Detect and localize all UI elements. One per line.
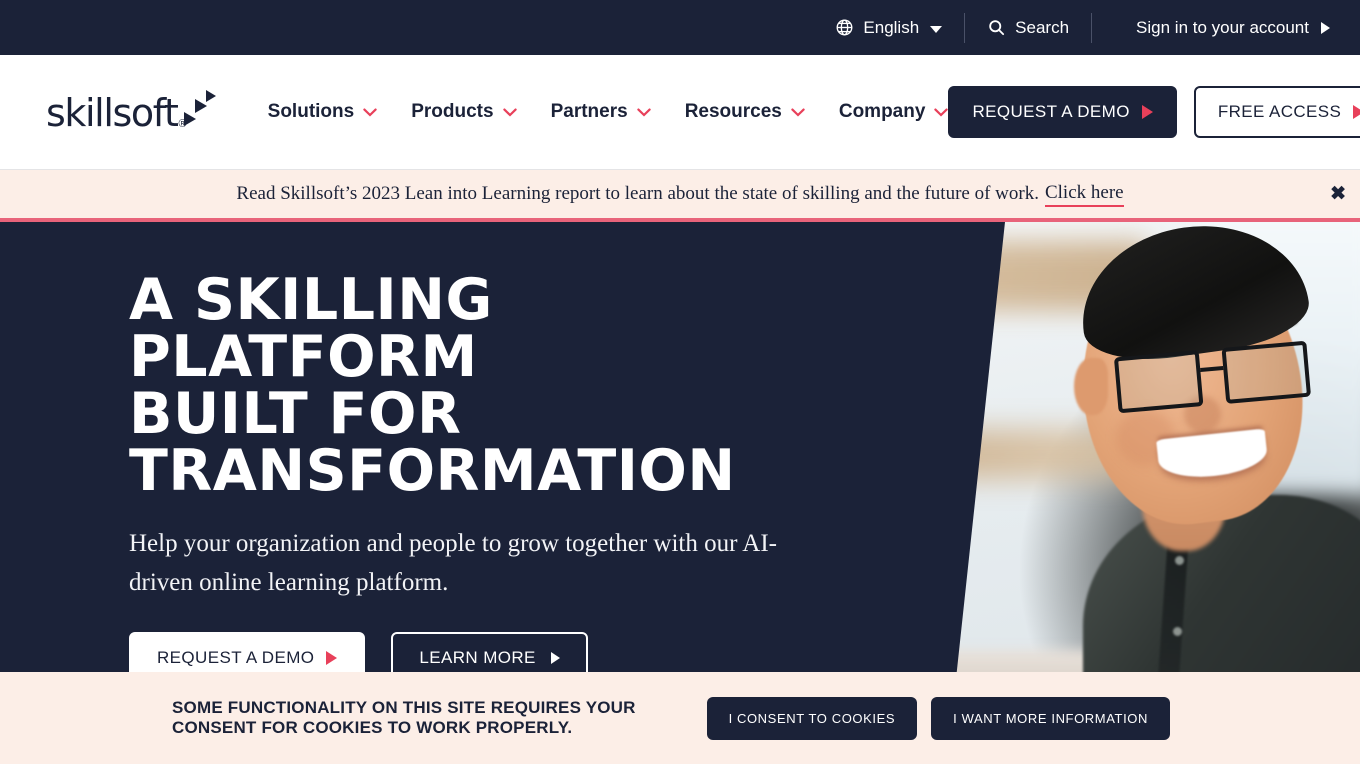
button-label: REQUEST A DEMO xyxy=(972,102,1130,121)
nav-item-company[interactable]: Company xyxy=(839,101,949,123)
language-selector[interactable]: English xyxy=(835,17,943,38)
cookie-consent-bar: SOME FUNCTIONALITY ON THIS SITE REQUIRES… xyxy=(0,672,1360,764)
skillsoft-logo[interactable]: skillsoft ® xyxy=(46,90,220,135)
primary-nav: Solutions Products Partners Resources Co… xyxy=(268,101,949,123)
hero-title-line-1: A SKILLING PLATFORM xyxy=(129,267,493,390)
hero-title-line-3: TRANSFORMATION xyxy=(129,438,736,504)
hero-photo xyxy=(940,222,1360,692)
promo-click-here-link[interactable]: Click here xyxy=(1044,182,1124,207)
top-utility-bar: English Search Sign in to your account xyxy=(0,0,1360,55)
nav-item-resources[interactable]: Resources xyxy=(685,101,805,123)
chevron-down-icon xyxy=(791,108,805,117)
cookie-actions: I CONSENT TO COOKIES I WANT MORE INFORMA… xyxy=(706,696,1170,740)
nav-label: Resources xyxy=(684,101,782,122)
triangle-right-icon xyxy=(1321,21,1330,34)
button-label: FREE ACCESS xyxy=(1217,102,1342,121)
search-button[interactable]: Search xyxy=(987,18,1069,38)
divider xyxy=(1091,12,1093,43)
nav-item-solutions[interactable]: Solutions xyxy=(268,101,378,123)
close-icon[interactable]: ✖ xyxy=(1330,185,1346,204)
cookie-message-line-2: CONSENT FOR COOKIES TO WORK PROPERLY. xyxy=(172,718,573,737)
triangle-right-icon xyxy=(1141,105,1153,119)
hero-section: A SKILLING PLATFORM BUILT FOR TRANSFORMA… xyxy=(0,222,1360,692)
divider xyxy=(964,12,966,43)
hero-subtitle: Help your organization and people to gro… xyxy=(129,530,777,596)
nav-label: Products xyxy=(411,101,494,122)
chevron-down-icon xyxy=(636,108,651,117)
hero-title: A SKILLING PLATFORM BUILT FOR TRANSFORMA… xyxy=(129,272,830,500)
cookie-message: SOME FUNCTIONALITY ON THIS SITE REQUIRES… xyxy=(172,698,642,738)
promo-banner: Read Skillsoft’s 2023 Lean into Learning… xyxy=(0,170,1360,222)
nav-label: Partners xyxy=(550,101,628,122)
sign-in-link[interactable]: Sign in to your account xyxy=(1136,18,1330,38)
free-access-button[interactable]: FREE ACCESS xyxy=(1193,86,1360,138)
header-actions: REQUEST A DEMO FREE ACCESS xyxy=(948,86,1360,138)
triangle-right-icon xyxy=(326,651,338,665)
language-label: English xyxy=(863,17,920,37)
nav-label: Solutions xyxy=(267,101,355,122)
chevron-down-icon xyxy=(502,108,517,117)
button-label: LEARN MORE xyxy=(419,648,536,667)
sign-in-label: Sign in to your account xyxy=(1136,17,1309,37)
logo-arrows-icon xyxy=(183,90,220,132)
hero-content: A SKILLING PLATFORM BUILT FOR TRANSFORMA… xyxy=(0,222,830,684)
chevron-down-icon xyxy=(930,25,943,33)
nav-item-products[interactable]: Products xyxy=(411,101,517,123)
chevron-down-icon xyxy=(363,108,377,117)
main-header: skillsoft ® Solutions Products Partners … xyxy=(0,55,1360,170)
consent-to-cookies-button[interactable]: I CONSENT TO COOKIES xyxy=(706,696,918,740)
logo-wordmark: skillsoft xyxy=(46,91,179,135)
search-icon xyxy=(987,18,1006,37)
nav-label: Company xyxy=(838,101,926,122)
cookie-message-line-1: SOME FUNCTIONALITY ON THIS SITE REQUIRES… xyxy=(172,698,636,717)
more-information-button[interactable]: I WANT MORE INFORMATION xyxy=(931,696,1170,740)
triangle-right-icon xyxy=(550,652,560,664)
promo-text: Read Skillsoft’s 2023 Lean into Learning… xyxy=(236,183,1039,204)
globe-icon xyxy=(835,18,854,37)
request-demo-button[interactable]: REQUEST A DEMO xyxy=(948,86,1177,138)
nav-item-partners[interactable]: Partners xyxy=(551,101,651,123)
triangle-right-icon xyxy=(1353,105,1360,119)
search-label: Search xyxy=(1015,17,1070,37)
chevron-down-icon xyxy=(934,108,949,117)
button-label: REQUEST A DEMO xyxy=(157,648,315,667)
